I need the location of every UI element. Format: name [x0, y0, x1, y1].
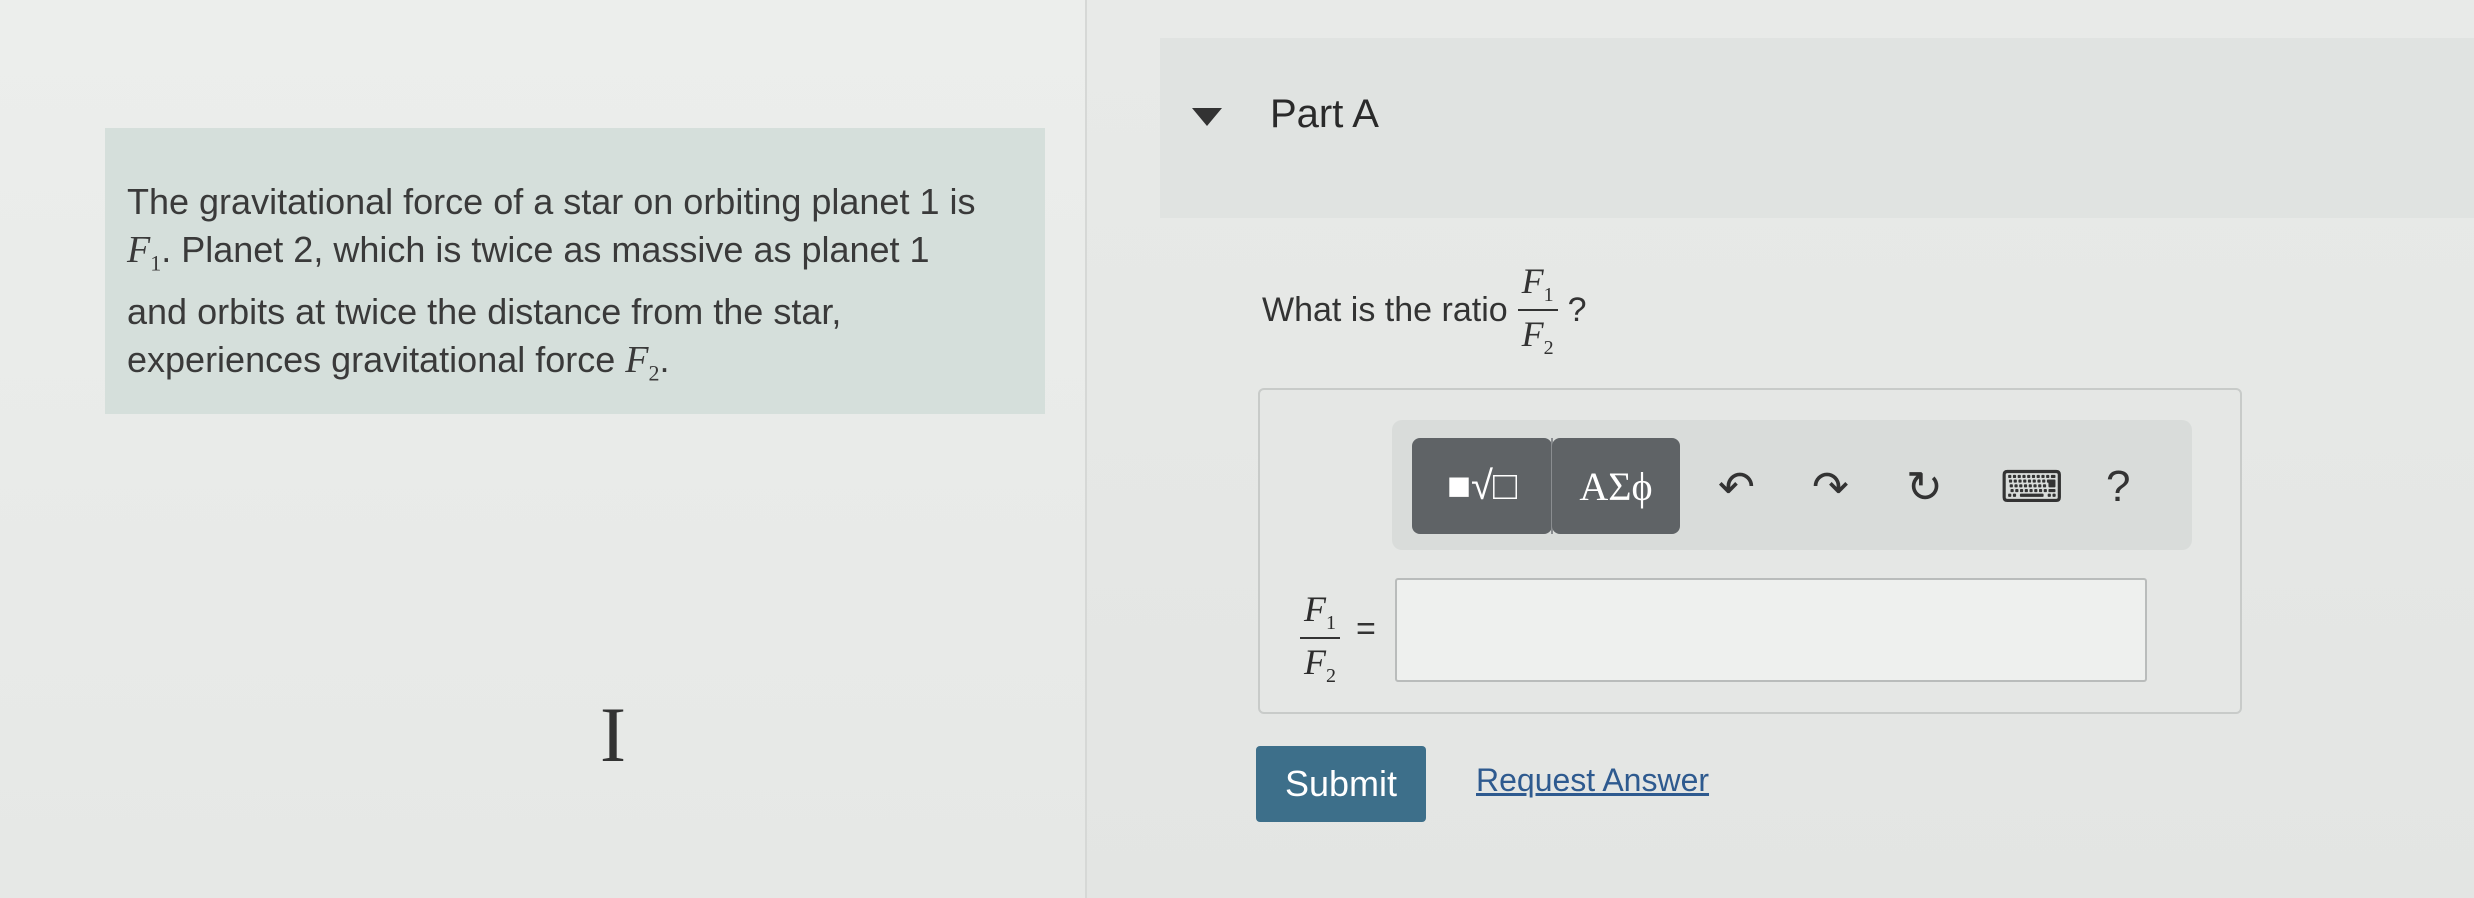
collapse-caret-icon[interactable] [1192, 108, 1222, 126]
problem-line-1: The gravitational force of a star on orb… [127, 181, 976, 222]
submit-button[interactable]: Submit [1256, 746, 1426, 822]
problem-statement: The gravitational force of a star on orb… [105, 128, 1045, 414]
equals-sign: = [1356, 610, 1376, 648]
undo-icon[interactable]: ↶ [1718, 462, 1755, 513]
problem-line-4: experiences gravitational force [127, 338, 616, 380]
templates-icon: ■√□ [1446, 463, 1518, 508]
problem-text: The gravitational force of a star on orb… [127, 178, 1027, 397]
help-icon[interactable]: ? [2106, 462, 2130, 512]
question-text: What is the ratio [1262, 290, 1508, 329]
reset-icon[interactable]: ↻ [1906, 462, 1943, 513]
question-ratio: F1 F2 [1517, 260, 1558, 360]
greek-symbols-button[interactable]: ΑΣϕ [1552, 438, 1680, 534]
answer-lhs-ratio: F1 F2 [1300, 588, 1340, 688]
problem-line-3: and orbits at twice the distance from th… [127, 290, 842, 332]
greek-label: ΑΣϕ [1579, 463, 1653, 509]
question-mark: ? [1567, 290, 1587, 329]
answer-input[interactable] [1395, 578, 2147, 682]
problem-line-2: . Planet 2, which is twice as massive as… [161, 229, 930, 270]
f1-symbol: F1 [127, 229, 162, 276]
question-prompt: What is the ratio F1 F2 ? [1262, 260, 1587, 360]
pane-divider [1085, 0, 1087, 898]
f2-symbol: F2 [625, 338, 660, 386]
templates-button[interactable]: ■√□ [1412, 438, 1552, 534]
problem-period: . [659, 338, 670, 380]
part-title: Part A [1270, 92, 1379, 136]
request-answer-link[interactable]: Request Answer [1476, 762, 1709, 799]
text-cursor-icon: I [600, 691, 626, 778]
redo-icon[interactable]: ↷ [1812, 462, 1849, 513]
keyboard-icon[interactable]: ⌨ [2000, 462, 2064, 513]
